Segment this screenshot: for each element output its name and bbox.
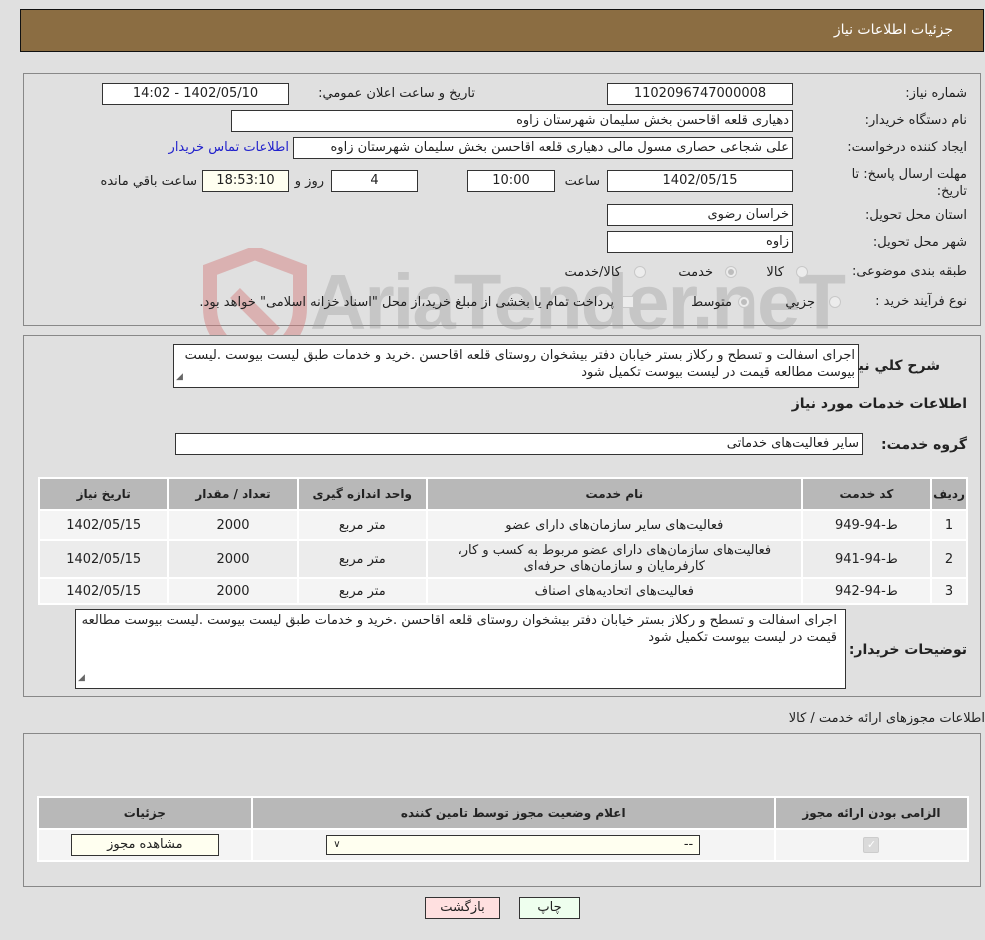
permit-status-select[interactable]: -- ∨ bbox=[326, 835, 701, 855]
table-row: 2 ط-94-941 فعالیت‌های سازمان‌های دارای ع… bbox=[40, 541, 966, 577]
need-number-field: 1102096747000008 bbox=[607, 83, 793, 105]
row-index: 3 bbox=[932, 579, 966, 603]
row-name: فعالیت‌های اتحادیه‌های اصناف bbox=[427, 579, 801, 603]
deadline-date-field: 1402/05/15 bbox=[607, 170, 793, 192]
col-name: نام خدمت bbox=[427, 479, 801, 509]
back-button[interactable]: بازگشت bbox=[425, 897, 500, 919]
process-label: نوع فرآیند خرید : bbox=[875, 294, 967, 309]
remaining-time-field: 18:53:10 bbox=[202, 170, 289, 192]
buyer-notes-textarea[interactable]: اجرای اسفالت و تسطح و رکلاز بستر خیابان … bbox=[75, 609, 846, 689]
deadline-label-line1: مهلت ارسال پاسخ: تا bbox=[851, 167, 967, 182]
table-row: 3 ط-94-942 فعالیت‌های اتحادیه‌های اصناف … bbox=[40, 579, 966, 603]
page-header: جزئیات اطلاعات نیاز bbox=[20, 9, 984, 52]
announce-label: تاریخ و ساعت اعلان عمومي: bbox=[318, 86, 475, 101]
col-qty: تعداد / مقدار bbox=[169, 479, 297, 509]
permit-details-cell: مشاهده مجوز bbox=[39, 830, 251, 860]
view-permit-button[interactable]: مشاهده مجوز bbox=[70, 834, 219, 856]
category-goods-service-label: کالا/خدمت bbox=[564, 265, 621, 280]
resize-grip-icon[interactable]: ◢ bbox=[78, 670, 85, 687]
row-date: 1402/05/15 bbox=[40, 541, 168, 577]
col-code: کد خدمت bbox=[802, 479, 931, 509]
buyer-org-label: نام دستگاه خریدار: bbox=[864, 113, 967, 128]
summary-textarea[interactable]: اجرای اسفالت و تسطح و رکلاز بستر خیابان … bbox=[173, 344, 859, 388]
province-label: استان محل تحویل: bbox=[865, 208, 967, 223]
category-label: طبقه بندی موضوعی: bbox=[851, 264, 967, 279]
city-label: شهر محل تحویل: bbox=[872, 235, 967, 250]
row-code: ط-94-949 bbox=[802, 511, 931, 539]
services-table: ردیف کد خدمت نام خدمت واحد اندازه گیری ت… bbox=[38, 477, 968, 605]
deadline-time-field: 10:00 bbox=[467, 170, 555, 192]
row-unit: متر مربع bbox=[298, 579, 426, 603]
city-field: زاوه bbox=[607, 231, 793, 253]
col-permit-details: جزئیات bbox=[39, 798, 251, 828]
creator-field: علی شجاعی حصاری مسول مالی دهیاری قلعه اق… bbox=[293, 137, 793, 159]
deadline-label: مهلت ارسال پاسخ: تا تاریخ: bbox=[852, 166, 967, 200]
col-permit-required: الزامی بودن ارائه مجوز bbox=[775, 798, 967, 828]
category-service-label: خدمت bbox=[678, 265, 713, 280]
row-name: فعالیت‌های سایر سازمان‌های دارای عضو bbox=[427, 511, 801, 539]
deadline-label-line2: تاریخ: bbox=[936, 184, 967, 199]
col-index: ردیف bbox=[932, 479, 966, 509]
summary-text: اجرای اسفالت و تسطح و رکلاز بستر خیابان … bbox=[184, 348, 855, 380]
announce-field: 1402/05/10 - 14:02 bbox=[102, 83, 289, 105]
row-index: 1 bbox=[932, 511, 966, 539]
col-unit: واحد اندازه گیری bbox=[298, 479, 426, 509]
days-remaining-field: 4 bbox=[331, 170, 418, 192]
creator-label: ایجاد کننده درخواست: bbox=[847, 140, 967, 155]
buyer-notes-label: توضیحات خریدار: bbox=[848, 642, 967, 658]
chevron-down-icon: ∨ bbox=[333, 839, 341, 850]
col-date: تاریخ نیاز bbox=[40, 479, 168, 509]
category-radio-goods[interactable] bbox=[796, 266, 808, 278]
row-qty: 2000 bbox=[169, 541, 297, 577]
table-row: 1 ط-94-949 فعالیت‌های سایر سازمان‌های دا… bbox=[40, 511, 966, 539]
services-title: اطلاعات خدمات مورد نیاز bbox=[791, 396, 967, 412]
row-unit: متر مربع bbox=[298, 511, 426, 539]
permit-status-value: -- bbox=[683, 837, 694, 852]
permit-row: ✓ -- ∨ مشاهده مجوز bbox=[39, 830, 967, 860]
category-radio-goods-service[interactable] bbox=[634, 266, 646, 278]
row-date: 1402/05/15 bbox=[40, 579, 168, 603]
permit-required-checkbox[interactable]: ✓ bbox=[863, 837, 880, 853]
print-button[interactable]: چاپ bbox=[519, 897, 580, 919]
buyer-contact-link[interactable]: اطلاعات تماس خریدار bbox=[169, 140, 289, 155]
province-field: خراسان رضوی bbox=[607, 204, 793, 226]
row-code: ط-94-941 bbox=[802, 541, 931, 577]
deadline-time-label: ساعت bbox=[564, 174, 600, 189]
category-goods-label: کالا bbox=[766, 265, 784, 280]
row-qty: 2000 bbox=[169, 579, 297, 603]
row-name: فعالیت‌های سازمان‌های دارای عضو مربوط به… bbox=[427, 541, 801, 577]
row-code: ط-94-942 bbox=[802, 579, 931, 603]
page-title: جزئیات اطلاعات نیاز bbox=[833, 22, 953, 38]
buyer-notes-text: اجرای اسفالت و تسطح و رکلاز بستر خیابان … bbox=[81, 613, 837, 645]
category-radio-service[interactable] bbox=[725, 266, 737, 278]
permits-title: اطلاعات مجوزهای ارائه خدمت / کالا bbox=[788, 711, 985, 726]
permits-table: الزامی بودن ارائه مجوز اعلام وضعیت مجوز … bbox=[37, 796, 969, 862]
col-permit-status: اعلام وضعیت مجوز توسط تامین کننده bbox=[252, 798, 774, 828]
process-minor-label: جزيي bbox=[785, 295, 815, 310]
treasury-note: پرداخت تمام یا بخشی از مبلغ خرید،از محل … bbox=[199, 295, 614, 310]
days-label: روز و bbox=[294, 174, 324, 189]
row-unit: متر مربع bbox=[298, 541, 426, 577]
remaining-time-label: ساعت باقي مانده bbox=[100, 174, 197, 189]
process-radio-minor[interactable] bbox=[829, 296, 841, 308]
treasury-checkbox[interactable] bbox=[622, 296, 634, 308]
permit-status-cell: -- ∨ bbox=[252, 830, 774, 860]
row-index: 2 bbox=[932, 541, 966, 577]
row-date: 1402/05/15 bbox=[40, 511, 168, 539]
resize-grip-icon[interactable]: ◢ bbox=[176, 369, 183, 386]
permit-required-cell: ✓ bbox=[775, 830, 967, 860]
process-radio-medium[interactable] bbox=[738, 296, 750, 308]
service-group-field: سایر فعالیت‌های خدماتی bbox=[175, 433, 863, 455]
service-group-label: گروه خدمت: bbox=[881, 437, 967, 453]
need-number-label: شماره نیاز: bbox=[905, 86, 967, 101]
process-medium-label: متوسط bbox=[691, 295, 732, 310]
buyer-org-field: دهیاری قلعه اقاحسن بخش سلیمان شهرستان زا… bbox=[231, 110, 793, 132]
row-qty: 2000 bbox=[169, 511, 297, 539]
